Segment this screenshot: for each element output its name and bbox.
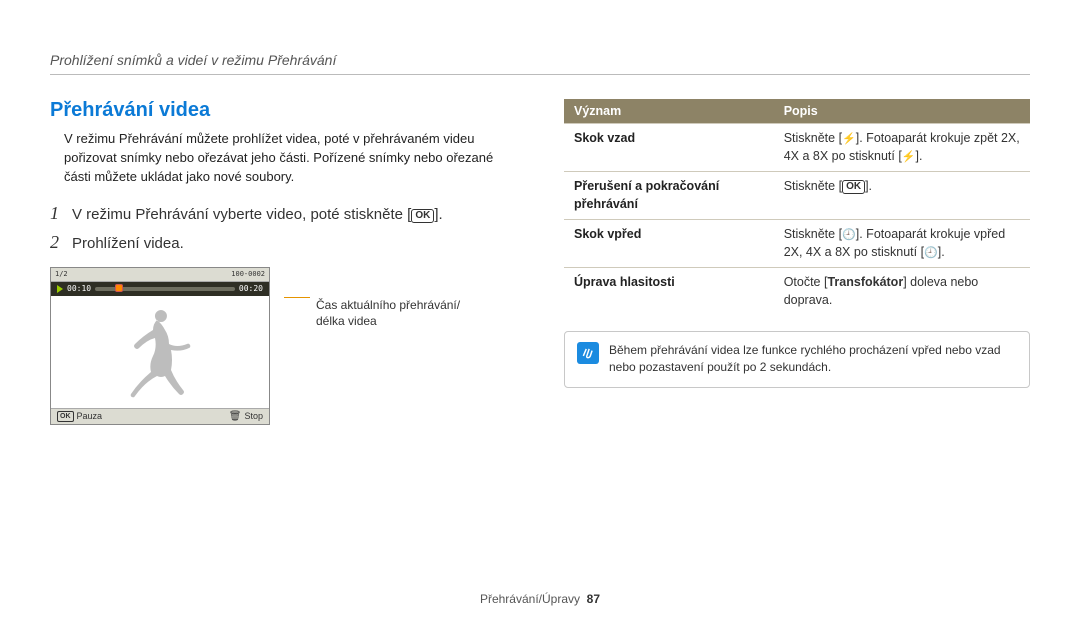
ok-icon: OK: [57, 411, 74, 422]
flash-icon: ⚡: [902, 150, 916, 165]
dancer-silhouette-icon: [115, 304, 205, 404]
desc-text: Stiskněte [: [784, 131, 842, 145]
ok-icon: OK: [842, 180, 865, 194]
callout-text: Čas aktuálního přehrávání/ délka videa: [316, 297, 460, 329]
desc-cell: Stiskněte [⚡]. Fotoaparát krokuje zpět 2…: [774, 124, 1030, 172]
progress-track: [95, 287, 235, 291]
callout-leader-line: [284, 297, 310, 298]
term-cell: Skok vzad: [564, 124, 774, 172]
note-box: Během přehrávání videa lze funkce rychlé…: [564, 331, 1030, 388]
desc-cell: Stiskněte [🕘]. Fotoaparát krokuje vpřed …: [774, 220, 1030, 268]
term-cell: Úprava hlasitosti: [564, 268, 774, 316]
footer-section-label: Přehrávání/Úpravy: [480, 592, 580, 606]
desc-cell: Otočte [Transfokátor] doleva nebo doprav…: [774, 268, 1030, 316]
table-row: Přerušení a pokračování přehrávání Stisk…: [564, 172, 1030, 220]
file-number: 100-0002: [231, 270, 265, 278]
timer-icon: 🕘: [924, 246, 938, 261]
frame-counter: 1/2: [55, 270, 68, 278]
table-row: Skok vzad Stiskněte [⚡]. Fotoaparát krok…: [564, 124, 1030, 172]
stop-label: Stop: [244, 411, 263, 421]
flash-icon: ⚡: [842, 132, 856, 147]
desc-text: ].: [916, 149, 923, 163]
note-icon: [577, 342, 599, 364]
desc-text: Otočte [: [784, 275, 828, 289]
timer-icon: 🕘: [842, 228, 856, 243]
step-1-text: V režimu Přehrávání vyberte video, poté …: [72, 206, 516, 223]
table-row: Skok vpřed Stiskněte [🕘]. Fotoaparát kro…: [564, 220, 1030, 268]
table-row: Úprava hlasitosti Otočte [Transfokátor] …: [564, 268, 1030, 316]
ok-icon: OK: [411, 209, 434, 223]
time-current: 00:10: [67, 284, 91, 293]
progress-knob: [115, 284, 123, 292]
video-playback-screen: 1/2 100-0002 00:10 00:20: [50, 267, 270, 425]
table-header-term: Význam: [564, 99, 774, 124]
progress-bar: 00:10 00:20: [51, 282, 269, 296]
desc-bold: Transfokátor: [827, 275, 903, 289]
screen-bottombar: OK Pauza 🗑 Stop: [51, 408, 269, 424]
time-total: 00:20: [239, 284, 263, 293]
section-title: Přehrávání videa: [50, 99, 516, 122]
desc-text: Stiskněte [: [784, 179, 842, 193]
play-icon: [57, 285, 63, 293]
step-1-pre: V režimu Přehrávání vyberte video, poté …: [72, 206, 411, 223]
step-number-2: 2: [50, 232, 72, 253]
note-text: Během přehrávání videa lze funkce rychlé…: [609, 342, 1017, 377]
term-cell: Skok vpřed: [564, 220, 774, 268]
desc-text: ].: [938, 245, 945, 259]
video-frame: [51, 296, 269, 408]
term-cell: Přerušení a pokračování přehrávání: [564, 172, 774, 220]
trash-icon: 🗑: [229, 411, 242, 422]
breadcrumb: Prohlížení snímků a videí v režimu Přehr…: [50, 52, 1030, 75]
controls-table: Význam Popis Skok vzad Stiskněte [⚡]. Fo…: [564, 99, 1030, 315]
step-1-post: ].: [434, 206, 442, 223]
desc-text: ].: [865, 179, 872, 193]
page-footer: Přehrávání/Úpravy 87: [0, 592, 1080, 606]
pause-label: Pauza: [77, 411, 103, 421]
intro-paragraph: V režimu Přehrávání můžete prohlížet vid…: [50, 130, 516, 187]
table-header-desc: Popis: [774, 99, 1030, 124]
desc-text: Stiskněte [: [784, 227, 842, 241]
step-number-1: 1: [50, 203, 72, 224]
page-number: 87: [587, 592, 600, 606]
desc-cell: Stiskněte [OK].: [774, 172, 1030, 220]
screen-topbar: 1/2 100-0002: [51, 268, 269, 282]
step-2-text: Prohlížení videa.: [72, 235, 516, 252]
